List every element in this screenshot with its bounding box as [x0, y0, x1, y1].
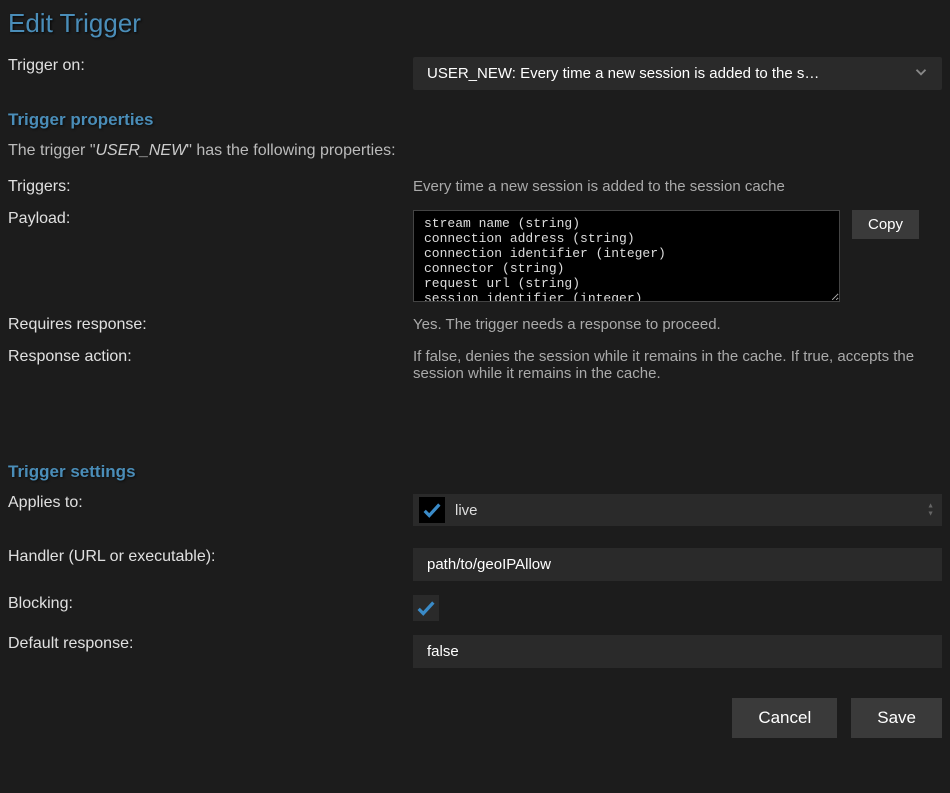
- trigger-on-select[interactable]: USER_NEW: Every time a new session is ad…: [413, 57, 942, 90]
- handler-label: Handler (URL or executable):: [8, 548, 413, 566]
- trigger-intro-text: The trigger "USER_NEW" has the following…: [8, 142, 942, 160]
- triggers-value: Every time a new session is added to the…: [413, 178, 942, 195]
- chevron-down-icon: [912, 63, 930, 85]
- triggers-label: Triggers:: [8, 178, 413, 196]
- copy-button[interactable]: Copy: [852, 210, 919, 239]
- save-button[interactable]: Save: [851, 698, 942, 738]
- response-action-label: Response action:: [8, 348, 413, 366]
- applies-to-input-row[interactable]: live ▲ ▼: [413, 494, 942, 526]
- blocking-label: Blocking:: [8, 595, 413, 613]
- requires-response-value: Yes. The trigger needs a response to pro…: [413, 316, 942, 333]
- spinner-icon[interactable]: ▲ ▼: [927, 503, 934, 518]
- requires-response-label: Requires response:: [8, 316, 413, 334]
- default-response-input[interactable]: [413, 635, 942, 668]
- blocking-checkbox[interactable]: [413, 595, 439, 621]
- applies-to-checkbox[interactable]: [419, 497, 445, 523]
- page-title: Edit Trigger: [8, 8, 942, 39]
- applies-to-value: live: [455, 502, 936, 519]
- applies-to-label: Applies to:: [8, 494, 413, 512]
- trigger-on-label: Trigger on:: [8, 57, 413, 75]
- payload-textarea[interactable]: [413, 210, 840, 302]
- trigger-properties-header: Trigger properties: [8, 110, 942, 130]
- default-response-label: Default response:: [8, 635, 413, 653]
- trigger-on-value: USER_NEW: Every time a new session is ad…: [427, 65, 819, 82]
- response-action-value: If false, denies the session while it re…: [413, 348, 942, 382]
- trigger-settings-header: Trigger settings: [8, 462, 942, 482]
- cancel-button[interactable]: Cancel: [732, 698, 837, 738]
- handler-input[interactable]: [413, 548, 942, 581]
- payload-label: Payload:: [8, 210, 413, 228]
